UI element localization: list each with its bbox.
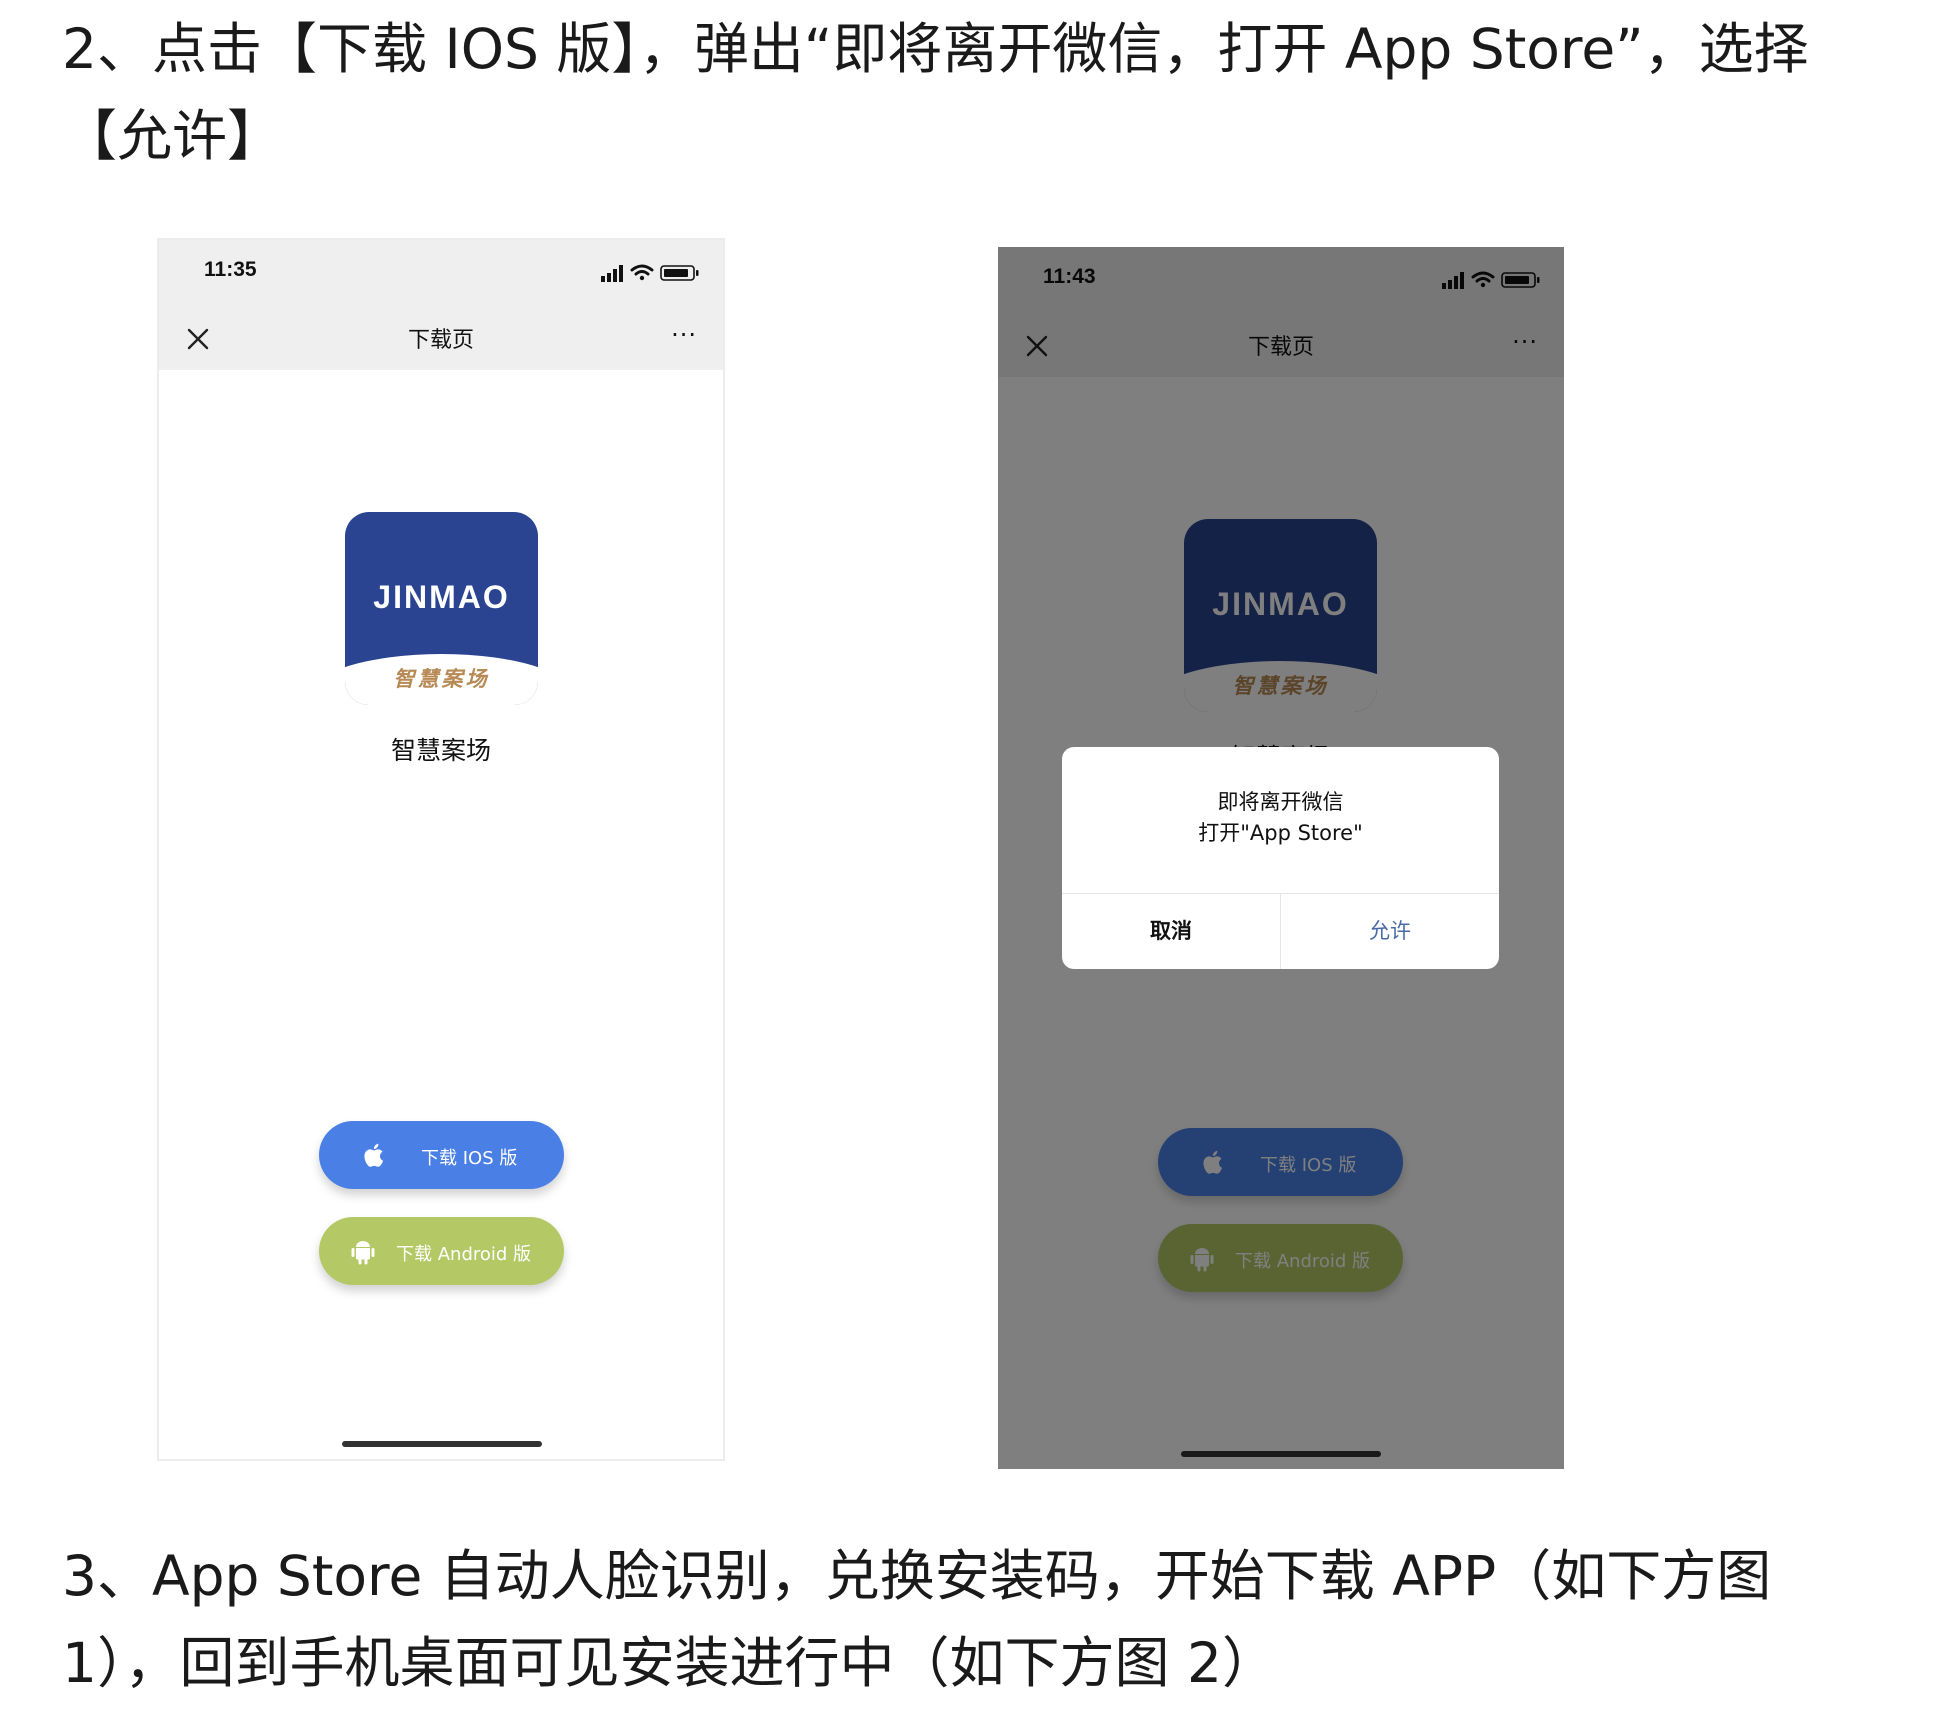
home-indicator: [342, 1441, 542, 1447]
screenshot-leave-wechat-dialog: 11:43 下载页 ··· JINMAO 智慧案场 智慧案: [998, 247, 1564, 1469]
android-icon: [351, 1241, 375, 1265]
download-android-button[interactable]: 下载 Android 版: [319, 1217, 564, 1285]
dialog-message: 即将离开微信 打开"App Store": [1062, 787, 1499, 849]
more-icon[interactable]: ···: [671, 323, 697, 347]
step-3-instruction: 3、App Store 自动人脸识别，兑换安装码，开始下载 APP（如下方图 1…: [62, 1544, 1772, 1695]
apple-icon: [364, 1143, 384, 1167]
status-icons: [601, 264, 699, 282]
download-ios-button[interactable]: 下载 IOS 版: [319, 1121, 564, 1189]
leave-wechat-dialog: 即将离开微信 打开"App Store" 取消 允许: [1062, 747, 1499, 969]
wifi-icon: [630, 264, 654, 281]
logo-sub-text: 智慧案场: [393, 667, 490, 691]
signal-icon: [601, 265, 623, 282]
status-time: 11:35: [204, 258, 257, 281]
cancel-button[interactable]: 取消: [1062, 893, 1280, 969]
dialog-line-1: 即将离开微信: [1217, 790, 1344, 814]
step-2-instruction: 2、点击【下载 IOS 版】，弹出“即将离开微信，打开 App Store”，选…: [62, 17, 1809, 168]
app-name: 智慧案场: [390, 736, 491, 765]
screenshot-download-page: 11:35 下载页 ··· JINMAO 智慧案场 智慧案场 下载 IOS 版 …: [157, 238, 725, 1461]
page-title: 下载页: [407, 328, 474, 353]
app-logo: JINMAO 智慧案场: [345, 512, 538, 705]
wechat-nav-bar: 下载页 ···: [159, 310, 723, 370]
status-bar: 11:35: [159, 240, 723, 310]
battery-icon: [660, 265, 699, 281]
download-android-label: 下载 Android 版: [396, 1244, 532, 1265]
allow-button[interactable]: 允许: [1281, 893, 1499, 969]
download-ios-label: 下载 IOS 版: [421, 1148, 518, 1169]
dialog-line-2: 打开"App Store": [1198, 821, 1363, 845]
logo-brand-text: JINMAO: [373, 579, 510, 615]
